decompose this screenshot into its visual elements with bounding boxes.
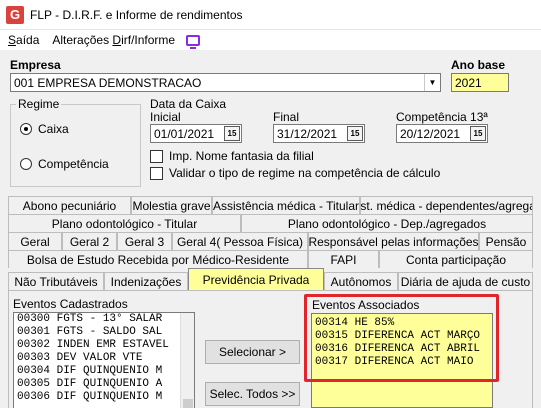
calendar-icon[interactable]: 15: [470, 126, 486, 141]
radio-caixa-label: Caixa: [38, 122, 69, 136]
list-item[interactable]: 00306 DIF QUINQUENIO M: [14, 391, 194, 404]
tab-row-5: Não Tributáveis Indenizações Previdência…: [8, 268, 533, 290]
title-bar: G FLP - D.I.R.F. e Informe de rendimento…: [0, 0, 541, 30]
check-fantasia-label: Imp. Nome fantasia da filial: [169, 149, 314, 163]
tab-conta-participacao[interactable]: Conta participação: [379, 250, 533, 268]
tab-diaria[interactable]: Diária de ajuda de custo: [398, 272, 533, 290]
eventos-cadastrados-label: Eventos Cadastrados: [13, 297, 128, 311]
eventos-cadastrados-list[interactable]: 00300 FGTS - 13° SALAR 00301 FGTS - SALD…: [13, 312, 195, 408]
inicial-date-field[interactable]: 01/01/2021 15: [150, 124, 242, 143]
empresa-select[interactable]: 001 EMPRESA DEMONSTRACAO ▼: [10, 73, 441, 92]
tab-odonto-titular[interactable]: Plano odontológico - Titular: [8, 214, 241, 232]
check-fantasia[interactable]: Imp. Nome fantasia da filial: [150, 149, 314, 163]
tab-indenizacoes[interactable]: Indenizações: [104, 272, 188, 290]
ano-base-label: Ano base: [451, 58, 506, 72]
list-item[interactable]: 00300 FGTS - 13° SALAR: [14, 313, 194, 326]
empresa-label: Empresa: [10, 58, 61, 72]
calendar-icon[interactable]: 15: [347, 126, 363, 141]
tab-row-4: Bolsa de Estudo Recebida por Médico-Resi…: [8, 250, 533, 268]
tab-fapi[interactable]: FAPI: [308, 250, 379, 268]
list-item[interactable]: 00302 INDEN EMR ESTAVEL: [14, 339, 194, 352]
screen-icon[interactable]: [186, 34, 201, 49]
comp13-date-field[interactable]: 20/12/2021 15: [396, 124, 488, 143]
tab-geral[interactable]: Geral: [8, 232, 62, 250]
check-validar[interactable]: Validar o tipo de regime na competência …: [150, 166, 440, 180]
radio-competencia-label: Competência: [38, 157, 109, 171]
radio-caixa-indicator[interactable]: [20, 123, 32, 135]
tab-odonto-dep[interactable]: Plano odontológico - Dep./agregados: [241, 214, 533, 232]
tab-geral3[interactable]: Geral 3: [117, 232, 172, 250]
empresa-value: 001 EMPRESA DEMONSTRACAO: [14, 75, 202, 90]
tab-previdencia-privada[interactable]: Previdência Privada: [188, 268, 324, 290]
list-item[interactable]: 00303 DEV VALOR VTE: [14, 352, 194, 365]
ano-base-value: 2021: [455, 75, 482, 90]
tab-assist-titular[interactable]: Assistência médica - Titular: [212, 196, 360, 214]
radio-competencia[interactable]: Competência: [20, 157, 109, 171]
final-date-value: 31/12/2021: [277, 126, 338, 141]
inicial-date-value: 01/01/2021: [154, 126, 215, 141]
tab-row-1: Abono pecuniário Molestia grave Assistên…: [8, 196, 533, 214]
tab-bolsa[interactable]: Bolsa de Estudo Recebida por Médico-Resi…: [8, 250, 308, 268]
scroll-thumb[interactable]: [183, 399, 193, 408]
tab-autonomos[interactable]: Autônomos: [324, 272, 398, 290]
ano-base-input[interactable]: 2021: [451, 73, 509, 92]
check-fantasia-box[interactable]: [150, 149, 163, 163]
menu-alteracoes[interactable]: Alterações Dirf/Informe: [44, 33, 180, 47]
menu-saida[interactable]: Saída: [0, 33, 44, 47]
tab-nao-tributaveis[interactable]: Não Tributáveis: [8, 272, 104, 290]
calendar-icon[interactable]: 15: [224, 126, 240, 141]
tab-assist-dependentes[interactable]: Assist. médica - dependentes/agregados: [360, 196, 533, 214]
menu-bar: Saída Alterações Dirf/Informe: [0, 30, 541, 50]
tab-geral4[interactable]: Geral 4( Pessoa Física): [172, 232, 308, 250]
radio-caixa[interactable]: Caixa: [20, 122, 69, 136]
radio-competencia-indicator[interactable]: [20, 158, 32, 170]
annotation-highlight: [304, 294, 499, 382]
list-item[interactable]: 00301 FGTS - SALDO SAL: [14, 326, 194, 339]
selec-todos-button[interactable]: Selec. Todos >>: [205, 382, 300, 406]
app-icon: G: [6, 5, 24, 24]
data-caixa-title: Data da Caixa: [150, 97, 227, 111]
final-date-field[interactable]: 31/12/2021 15: [273, 124, 365, 143]
selecionar-button[interactable]: Selecionar >: [205, 340, 300, 364]
final-label: Final: [273, 110, 300, 124]
inicial-label: Inicial: [150, 110, 181, 124]
check-validar-box[interactable]: [150, 166, 163, 180]
tab-pensao[interactable]: Pensão: [479, 232, 533, 250]
tab-responsavel[interactable]: Responsável pelas informações: [308, 232, 479, 250]
tab-geral2[interactable]: Geral 2: [62, 232, 117, 250]
comp13-date-value: 20/12/2021: [400, 126, 461, 141]
chevron-down-icon[interactable]: ▼: [424, 74, 440, 91]
regime-title: Regime: [16, 97, 62, 111]
window-title: FLP - D.I.R.F. e Informe de rendimentos: [30, 7, 243, 22]
list-item[interactable]: 00305 DIF QUINQUENIO A: [14, 378, 194, 391]
check-validar-label: Validar o tipo de regime na competência …: [169, 166, 441, 180]
tab-row-2: Plano odontológico - Titular Plano odont…: [8, 214, 533, 232]
regime-group: [10, 104, 141, 187]
scrollbar[interactable]: [180, 313, 194, 408]
tab-molestia[interactable]: Molestia grave: [131, 196, 212, 214]
comp13-label: Competência 13ª: [396, 110, 488, 124]
tab-abono[interactable]: Abono pecuniário: [8, 196, 131, 214]
list-item[interactable]: 00304 DIF QUINQUENIO M: [14, 365, 194, 378]
tab-row-3: Geral Geral 2 Geral 3 Geral 4( Pessoa Fí…: [8, 232, 533, 250]
